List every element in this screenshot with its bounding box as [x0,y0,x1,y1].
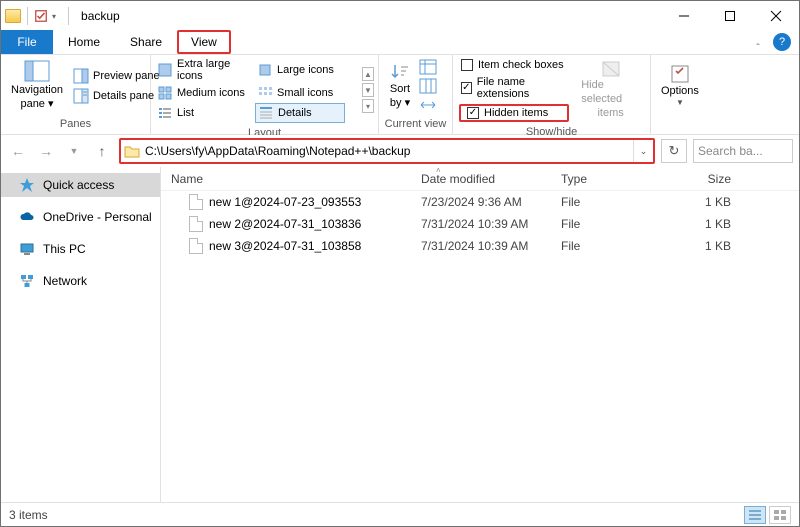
file-size: 1 KB [661,239,741,253]
group-by-icon[interactable] [419,59,437,75]
address-bar-folder-icon [121,140,143,162]
file-size: 1 KB [661,195,741,209]
add-columns-icon[interactable] [419,78,437,94]
file-type: File [551,217,661,231]
status-bar: 3 items [1,502,799,526]
file-row[interactable]: new 3@2024-07-31_103858 7/31/2024 10:39 … [161,235,799,257]
layout-extra-large[interactable]: Extra large icons [155,57,255,83]
options-dropdown-icon: ▼ [676,98,684,108]
preview-pane-button[interactable]: Preview pane [71,67,162,85]
layout-scroll-down[interactable]: ▼ [362,83,374,97]
minimize-button[interactable] [661,1,707,31]
options-button[interactable]: Options ▼ [657,61,703,111]
layout-small[interactable]: Small icons [255,84,345,102]
column-type[interactable]: Type [551,172,661,186]
titlebar-separator [27,7,28,25]
tab-share[interactable]: Share [115,30,177,54]
file-icon [189,194,203,210]
layout-list[interactable]: List [155,103,255,123]
file-name: new 2@2024-07-31_103836 [209,217,361,231]
sidebar-onedrive[interactable]: OneDrive - Personal [1,205,160,229]
sidebar-quick-access[interactable]: Quick access [1,173,160,197]
file-type: File [551,195,661,209]
qat-checkbox-icon[interactable] [34,9,48,23]
layout-scroll-up[interactable]: ▲ [362,67,374,81]
tab-file[interactable]: File [1,30,53,54]
up-button[interactable]: ↑ [91,140,113,162]
tab-view[interactable]: View [177,30,231,54]
address-bar-path: C:\Users\fy\AppData\Roaming\Notepad++\ba… [143,140,633,162]
file-date: 7/23/2024 9:36 AM [411,195,551,209]
folder-app-icon [5,9,21,23]
titlebar: ▾ backup [1,1,799,31]
tab-home[interactable]: Home [53,30,115,54]
column-size[interactable]: Size [661,172,741,186]
file-icon [189,216,203,232]
hidden-items-checkbox[interactable]: ✓Hidden items [465,106,563,120]
ribbon-view: Navigation pane ▾ Preview pane Details p… [1,55,799,135]
file-list-pane: Name ˄ Date modified Type Size new 1@202… [161,167,799,502]
layout-large[interactable]: Large icons [255,57,345,83]
search-input[interactable]: Search ba... [693,139,793,163]
address-bar-dropdown-icon[interactable]: ⌄ [633,140,653,162]
file-date: 7/31/2024 10:39 AM [411,239,551,253]
explorer-window: ▾ backup File Home Share View ˆ ? [0,0,800,527]
group-currentview-label: Current view [379,116,452,134]
column-name[interactable]: Name [161,172,411,186]
help-icon[interactable]: ? [773,33,791,51]
file-name: new 3@2024-07-31_103858 [209,239,361,253]
file-date: 7/31/2024 10:39 AM [411,217,551,231]
navigation-pane-button[interactable]: Navigation pane ▾ [7,58,67,114]
ribbon-tabs: File Home Share View ˆ ? [1,31,799,55]
file-icon [189,238,203,254]
close-button[interactable] [753,1,799,31]
file-row[interactable]: new 1@2024-07-23_093553 7/23/2024 9:36 A… [161,191,799,213]
back-button[interactable]: ← [7,140,29,162]
column-headers: Name ˄ Date modified Type Size [161,167,799,191]
details-view-toggle[interactable] [744,506,766,524]
address-bar[interactable]: C:\Users\fy\AppData\Roaming\Notepad++\ba… [119,138,655,164]
layout-details[interactable]: Details [255,103,345,123]
sort-by-button[interactable]: Sort by ▾ [385,59,415,113]
recent-locations-button[interactable]: ▼ [63,140,85,162]
hide-selected-items-button[interactable]: Hide selected items [577,57,644,122]
file-size: 1 KB [661,217,741,231]
refresh-button[interactable]: ↻ [661,139,687,163]
file-name: new 1@2024-07-23_093553 [209,195,361,209]
navigation-pane-label1: Navigation [11,84,63,98]
file-row[interactable]: new 2@2024-07-31_103836 7/31/2024 10:39 … [161,213,799,235]
layout-medium[interactable]: Medium icons [155,84,255,102]
file-type: File [551,239,661,253]
status-item-count: 3 items [9,508,48,522]
large-icons-view-toggle[interactable] [769,506,791,524]
layout-more[interactable]: ▾ [362,99,374,113]
maximize-button[interactable] [707,1,753,31]
item-check-boxes-checkbox[interactable]: Item check boxes [459,58,569,72]
file-name-extensions-checkbox[interactable]: ✓File name extensions [459,75,569,101]
navigation-sidebar: Quick access OneDrive - Personal This PC… [1,167,161,502]
forward-button[interactable]: → [35,140,57,162]
navigation-pane-label2: pane ▾ [20,98,53,112]
collapse-ribbon-icon[interactable]: ˆ [747,43,769,54]
navigation-row: ← → ▼ ↑ C:\Users\fy\AppData\Roaming\Note… [1,135,799,167]
details-pane-button[interactable]: Details pane [71,87,162,105]
sidebar-network[interactable]: Network [1,269,160,293]
sidebar-this-pc[interactable]: This PC [1,237,160,261]
qat-dropdown-icon[interactable]: ▾ [52,12,56,21]
sort-indicator-icon: ˄ [436,166,441,175]
window-title: backup [81,9,120,23]
size-columns-icon[interactable] [419,97,437,113]
group-panes-label: Panes [1,116,150,134]
column-date[interactable]: Date modified [411,172,551,186]
